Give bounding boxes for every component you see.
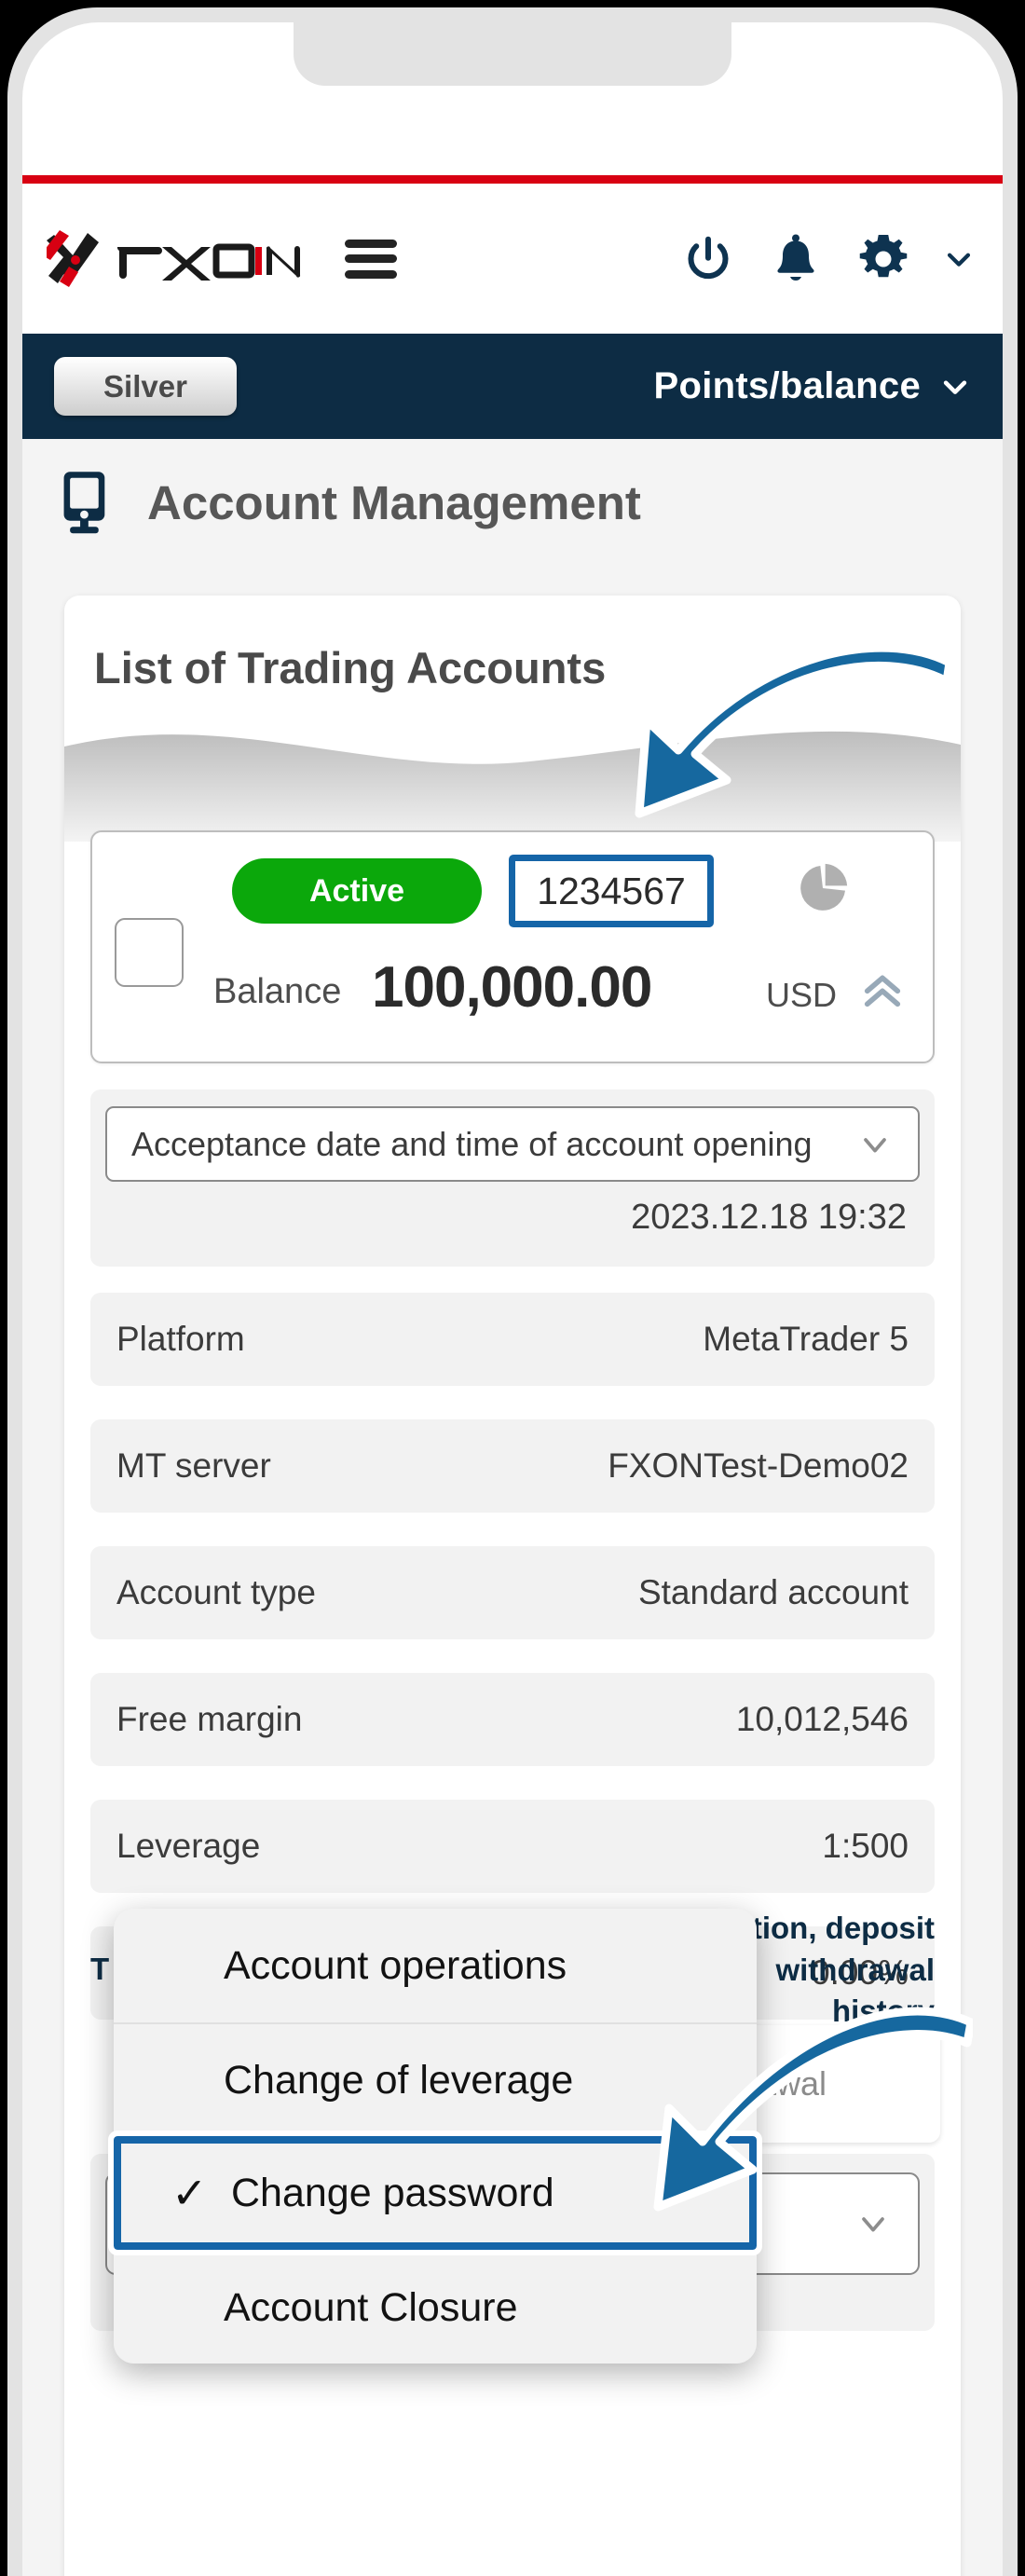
info-row-label: Free margin bbox=[116, 1700, 303, 1738]
info-row-label: Account type bbox=[116, 1573, 316, 1611]
info-row-label: Leverage bbox=[116, 1827, 261, 1865]
account-number-field[interactable]: 1234567 bbox=[509, 855, 714, 927]
account-select-checkbox[interactable] bbox=[115, 918, 184, 987]
wave-divider bbox=[64, 731, 961, 842]
rank-badge[interactable]: Silver bbox=[54, 357, 237, 416]
menu-item-label: Account Closure bbox=[224, 2284, 518, 2330]
balance-currency: USD bbox=[766, 976, 838, 1014]
info-row-label: Platform bbox=[116, 1320, 245, 1358]
app-header bbox=[22, 184, 1003, 334]
info-row: Free margin 10,012,546 bbox=[90, 1673, 935, 1766]
monitor-icon bbox=[63, 472, 105, 534]
chevron-up-icon[interactable] bbox=[856, 963, 909, 1015]
header-icon-group bbox=[680, 231, 975, 287]
hamburger-menu-icon[interactable] bbox=[345, 239, 397, 279]
trade-note-prefix: T bbox=[90, 1952, 110, 1986]
pie-chart-icon[interactable] bbox=[793, 858, 853, 918]
info-row-value: MetaTrader 5 bbox=[703, 1320, 909, 1358]
info-row: MT server FXONTest-Demo02 bbox=[90, 1419, 935, 1513]
info-row: Leverage 1:500 bbox=[90, 1800, 935, 1893]
account-opening-date: 2023.12.18 19:32 bbox=[631, 1198, 907, 1237]
trading-account-card[interactable]: Active 1234567 Balance 100,000.00 USD bbox=[90, 830, 935, 1063]
phone-body: Silver Points/balance Account Management… bbox=[7, 7, 1018, 2576]
info-row-value: 1:500 bbox=[822, 1827, 909, 1865]
account-opening-select[interactable]: Acceptance date and time of account open… bbox=[105, 1106, 920, 1182]
fxon-logo[interactable] bbox=[47, 229, 302, 289]
info-row-value: FXONTest-Demo02 bbox=[608, 1446, 909, 1485]
hamburger-bar bbox=[345, 254, 397, 263]
menu-item-label: Change password bbox=[231, 2170, 554, 2215]
fxon-logo-mark bbox=[47, 229, 99, 287]
chevron-down-icon bbox=[864, 1137, 886, 1152]
power-icon[interactable] bbox=[680, 231, 736, 287]
chevron-down-icon bbox=[943, 379, 967, 394]
hamburger-bar bbox=[345, 269, 397, 279]
menu-item-change-of-leverage[interactable]: Change of leverage bbox=[114, 2022, 757, 2136]
points-balance-label: Points/balance bbox=[653, 365, 921, 406]
status-bar: Silver Points/balance bbox=[22, 334, 1003, 439]
chevron-down-icon[interactable] bbox=[943, 243, 975, 275]
info-row: Account type Standard account bbox=[90, 1546, 935, 1639]
info-row: Platform MetaTrader 5 bbox=[90, 1293, 935, 1386]
gear-icon[interactable] bbox=[855, 231, 911, 287]
phone-notch bbox=[294, 22, 731, 86]
fxon-logo-wordmark bbox=[116, 243, 301, 281]
menu-item-label: Account operations bbox=[224, 1942, 567, 1988]
info-row-value: Standard account bbox=[637, 1573, 909, 1611]
account-opening-select-label: Acceptance date and time of account open… bbox=[131, 1124, 813, 1163]
menu-item-account-closure[interactable]: Account Closure bbox=[114, 2250, 757, 2364]
balance-label: Balance bbox=[213, 972, 342, 1011]
hamburger-bar bbox=[345, 239, 397, 248]
menu-item-change-password[interactable]: ✓ Change password bbox=[108, 2131, 762, 2255]
account-opening-block: Acceptance date and time of account open… bbox=[90, 1089, 935, 1267]
account-operations-dropdown-menu: Account operations Change of leverage ✓ … bbox=[108, 1909, 762, 2364]
brand-red-rule bbox=[22, 175, 1003, 184]
balance-value: 100,000.00 bbox=[372, 955, 652, 1020]
check-icon: ✓ bbox=[171, 2169, 208, 2217]
phone-screen: Silver Points/balance Account Management… bbox=[22, 22, 1003, 2576]
points-balance-button[interactable]: Points/balance bbox=[653, 365, 971, 407]
bell-icon[interactable] bbox=[768, 231, 824, 287]
status-badge[interactable]: Active bbox=[232, 858, 482, 924]
info-row-value: 10,012,546 bbox=[735, 1700, 909, 1738]
page-header: Account Management bbox=[22, 439, 1003, 566]
phone-frame: Silver Points/balance Account Management… bbox=[0, 0, 1025, 2576]
menu-item-account-operations[interactable]: Account operations bbox=[114, 1909, 757, 2022]
menu-item-label: Change of leverage bbox=[224, 2057, 574, 2103]
page-title: Account Management bbox=[147, 475, 641, 529]
chevron-down-icon bbox=[862, 2217, 884, 2232]
panel-title: List of Trading Accounts bbox=[94, 643, 607, 692]
info-row-label: MT server bbox=[116, 1446, 271, 1485]
